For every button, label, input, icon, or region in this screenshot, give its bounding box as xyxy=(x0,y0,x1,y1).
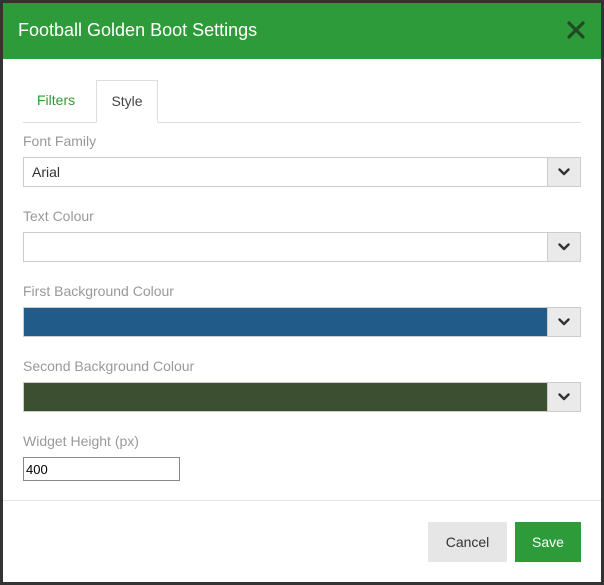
save-button[interactable]: Save xyxy=(515,522,581,562)
close-button[interactable] xyxy=(565,19,587,41)
second-background-colour-label: Second Background Colour xyxy=(23,358,195,374)
chevron-down-icon xyxy=(558,168,570,176)
second-background-colour-select[interactable] xyxy=(23,382,581,412)
widget-height-input[interactable] xyxy=(23,457,180,481)
chevron-down-icon xyxy=(558,393,570,401)
text-colour-select[interactable] xyxy=(23,232,581,262)
first-background-colour-dropdown-button[interactable] xyxy=(547,308,580,336)
dialog-header: Football Golden Boot Settings xyxy=(3,3,601,59)
tab-filters[interactable]: Filters xyxy=(23,80,89,121)
chevron-down-icon xyxy=(558,243,570,251)
second-background-colour-dropdown-button[interactable] xyxy=(547,383,580,411)
footer-divider xyxy=(3,500,601,501)
close-icon xyxy=(567,21,585,39)
font-family-label: Font Family xyxy=(23,133,97,149)
settings-tabs: Filters Style xyxy=(23,80,581,123)
tab-style[interactable]: Style xyxy=(96,80,158,123)
font-family-dropdown-button[interactable] xyxy=(547,158,580,186)
first-background-colour-label: First Background Colour xyxy=(23,283,174,299)
first-background-colour-select[interactable] xyxy=(23,307,581,337)
dialog-title: Football Golden Boot Settings xyxy=(18,20,258,40)
second-background-colour-swatch xyxy=(24,383,547,411)
cancel-button[interactable]: Cancel xyxy=(428,522,507,562)
text-colour-label: Text Colour xyxy=(23,208,94,224)
first-background-colour-swatch xyxy=(24,308,547,336)
font-family-select[interactable]: Arial xyxy=(23,157,581,187)
font-family-value: Arial xyxy=(32,164,61,180)
widget-height-label: Widget Height (px) xyxy=(23,433,139,449)
text-colour-dropdown-button[interactable] xyxy=(547,233,580,261)
settings-dialog: Football Golden Boot Settings Filters St… xyxy=(3,3,601,582)
chevron-down-icon xyxy=(558,318,570,326)
